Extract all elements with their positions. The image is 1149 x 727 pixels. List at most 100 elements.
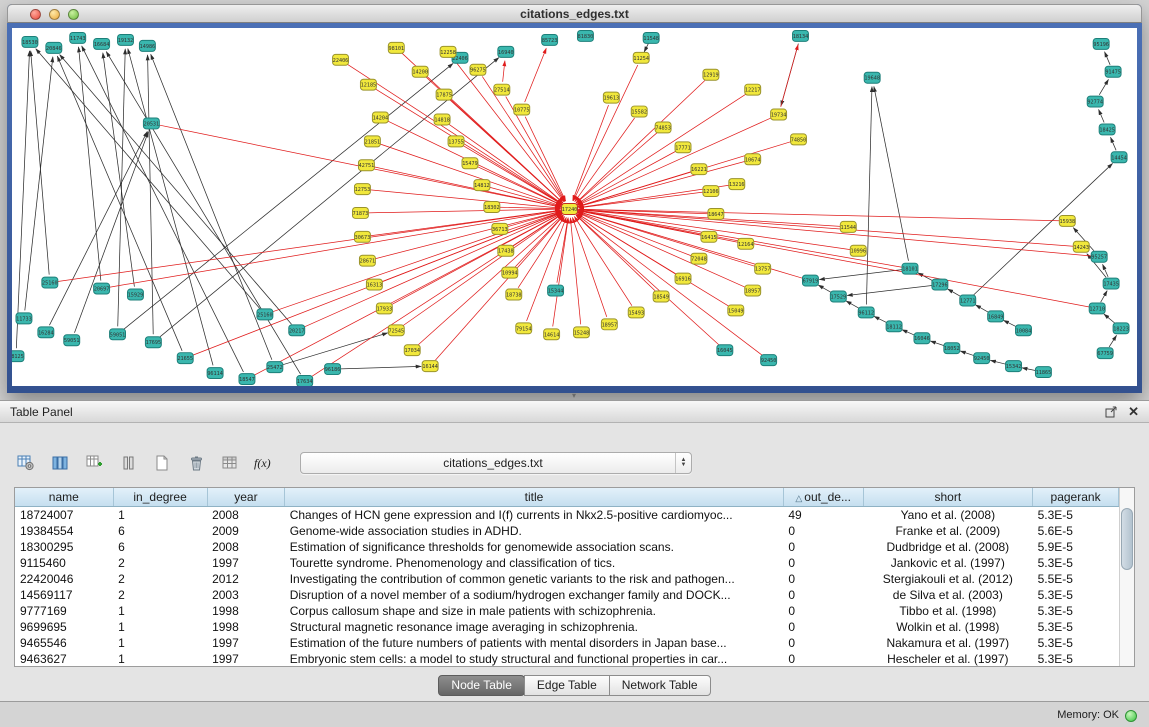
table-selector[interactable]: citations_edges.txt ▲▼	[300, 452, 692, 474]
graph-node[interactable]: 81830	[577, 30, 593, 41]
graph-edge[interactable]	[31, 51, 50, 275]
table-row[interactable]: 969969511998Structural magnetic resonanc…	[15, 619, 1119, 635]
cell-short[interactable]: de Silva et al. (2003)	[863, 587, 1033, 603]
graph-node[interactable]: 17435	[1103, 278, 1119, 289]
graph-edge[interactable]	[572, 217, 606, 316]
graph-node[interactable]: 17634	[297, 376, 313, 386]
cell-in_degree[interactable]: 6	[113, 539, 207, 555]
close-panel-icon[interactable]: ✕	[1128, 406, 1139, 418]
graph-edge[interactable]	[82, 46, 244, 372]
cell-name[interactable]: 9777169	[15, 603, 113, 619]
graph-edge[interactable]	[515, 216, 563, 267]
graph-edge[interactable]	[874, 316, 887, 323]
graph-node[interactable]: 13216	[729, 179, 745, 190]
graph-edge[interactable]	[74, 132, 148, 333]
graph-node[interactable]: 11743	[70, 32, 86, 43]
cell-year[interactable]: 2008	[207, 506, 285, 523]
graph-node[interactable]: 96112	[858, 307, 874, 318]
tab-edge-table[interactable]: Edge Table	[524, 675, 610, 696]
show-columns-icon[interactable]	[48, 452, 72, 474]
graph-node[interactable]: 15248	[574, 327, 590, 338]
graph-node[interactable]: 16684	[94, 38, 110, 49]
graph-hub-node[interactable]: 17240	[562, 204, 578, 215]
graph-node[interactable]: 18112	[886, 321, 902, 332]
graph-node[interactable]: 16415	[701, 231, 717, 242]
graph-node[interactable]: 59051	[64, 335, 80, 346]
graph-node[interactable]: 12217	[745, 84, 761, 95]
cell-short[interactable]: Jankovic et al. (1997)	[863, 555, 1033, 571]
graph-edge[interactable]	[948, 289, 961, 297]
graph-edge[interactable]	[311, 214, 562, 377]
graph-node[interactable]: 67919	[802, 275, 818, 286]
graph-node[interactable]: 42751	[358, 160, 374, 171]
graph-edge[interactable]	[57, 56, 182, 351]
graph-node[interactable]: 15582	[631, 106, 647, 117]
cell-year[interactable]: 2003	[207, 587, 285, 603]
cell-year[interactable]: 1998	[207, 603, 285, 619]
graph-node[interactable]: 11548	[643, 32, 659, 43]
graph-node[interactable]: 85723	[542, 34, 558, 45]
table-row[interactable]: 977716911998Corpus callosum shape and si…	[15, 603, 1119, 619]
graph-edge[interactable]	[573, 105, 609, 201]
graph-edge[interactable]	[453, 58, 564, 202]
cell-title[interactable]: Tourette syndrome. Phenomenology and cla…	[285, 555, 784, 571]
cell-short[interactable]: Stergiakouli et al. (2012)	[863, 571, 1033, 587]
graph-node[interactable]: 11865	[1035, 367, 1051, 378]
graph-node[interactable]: 18223	[1113, 323, 1129, 334]
graph-node[interactable]: 10996	[850, 245, 866, 256]
graph-node[interactable]: 18302	[484, 202, 500, 213]
graph-edge[interactable]	[103, 53, 135, 287]
table-row[interactable]: 911546021997Tourette syndrome. Phenomeno…	[15, 555, 1119, 571]
cell-title[interactable]: Changes of HCN gene expression and I(f) …	[285, 506, 784, 523]
graph-node[interactable]: 12258	[440, 46, 456, 57]
cell-year[interactable]: 1998	[207, 619, 285, 635]
cell-name[interactable]: 18724007	[15, 506, 113, 523]
cell-title[interactable]: Embryonic stem cells: a model to study s…	[285, 651, 784, 667]
graph-node[interactable]: 13757	[755, 263, 771, 274]
graph-node[interactable]: 18957	[745, 285, 761, 296]
graph-edge[interactable]	[1103, 264, 1109, 277]
graph-node[interactable]: 79154	[516, 323, 532, 334]
graph-edge[interactable]	[573, 65, 637, 201]
cell-short[interactable]: Nakamura et al. (1997)	[863, 635, 1033, 651]
graph-node[interactable]: 16313	[366, 279, 382, 290]
graph-node[interactable]: 14243	[1073, 241, 1089, 252]
graph-node[interactable]: 15929	[127, 289, 143, 300]
cell-in_degree[interactable]: 1	[113, 651, 207, 667]
cell-year[interactable]: 1997	[207, 635, 285, 651]
graph-node[interactable]: 71873	[352, 207, 368, 218]
graph-node[interactable]: 20531	[143, 118, 159, 129]
close-window-button[interactable]	[30, 9, 41, 20]
splitter-handle[interactable]: ▾	[566, 392, 582, 400]
graph-edge[interactable]	[341, 366, 422, 368]
graph-node[interactable]: 21655	[177, 353, 193, 364]
cell-pagerank[interactable]: 5.3E-5	[1033, 555, 1119, 571]
graph-node[interactable]: 92774	[1087, 96, 1103, 107]
graph-edge[interactable]	[990, 360, 1005, 364]
graph-node[interactable]: 15049	[728, 305, 744, 316]
graph-node[interactable]: 10084	[1016, 325, 1032, 336]
float-panel-icon[interactable]	[1105, 406, 1118, 418]
table-scrollbar[interactable]	[1119, 488, 1134, 666]
cell-in_degree[interactable]: 2	[113, 587, 207, 603]
graph-node[interactable]: 10674	[745, 154, 761, 165]
cell-title[interactable]: Disruption of a novel member of a sodium…	[285, 587, 784, 603]
column-header-short[interactable]: short	[863, 488, 1033, 506]
graph-edge[interactable]	[106, 52, 300, 375]
graph-edge[interactable]	[58, 210, 561, 281]
graph-node[interactable]: 22406	[333, 54, 349, 65]
graph-edge[interactable]	[148, 55, 154, 334]
graph-node[interactable]: 17034	[404, 345, 420, 356]
graph-edge[interactable]	[1104, 314, 1115, 323]
cell-name[interactable]: 22420046	[15, 571, 113, 587]
graph-edge[interactable]	[1099, 109, 1105, 122]
graph-edge[interactable]	[578, 210, 1091, 256]
cell-in_degree[interactable]: 1	[113, 619, 207, 635]
cell-year[interactable]: 1997	[207, 555, 285, 571]
table-row[interactable]: 946362711997Embryonic stem cells: a mode…	[15, 651, 1119, 667]
graph-node[interactable]: 14614	[544, 329, 560, 340]
graph-node[interactable]: 67759	[1097, 348, 1113, 359]
graph-edge[interactable]	[380, 144, 561, 206]
graph-edge[interactable]	[960, 351, 974, 356]
graph-node[interactable]: 16940	[498, 46, 514, 57]
